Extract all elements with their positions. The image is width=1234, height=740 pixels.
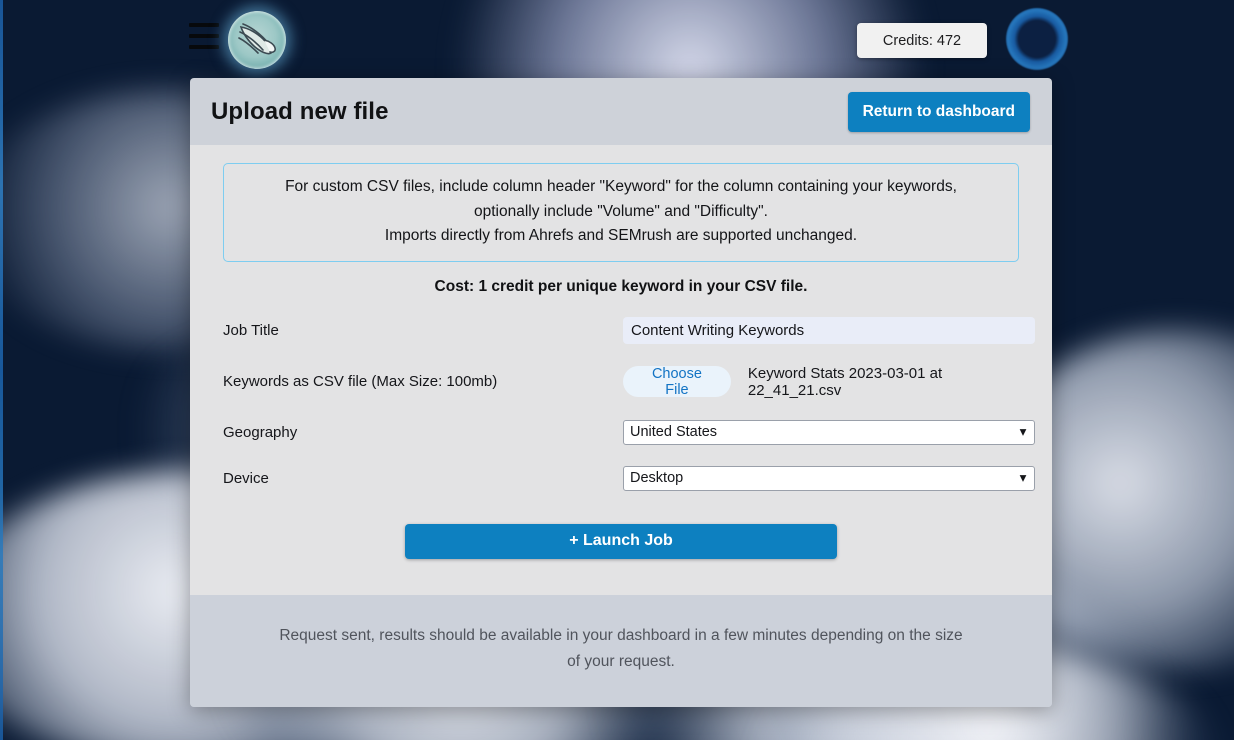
csv-file-label: Keywords as CSV file (Max Size: 100mb) [223,373,623,390]
info-line: Imports directly from Ahrefs and SEMrush… [240,224,1002,249]
info-line: optionally include "Volume" and "Difficu… [240,200,1002,225]
device-select[interactable]: Desktop [623,466,1035,491]
job-title-label: Job Title [223,322,623,339]
top-bar: Credits: 472 [0,0,1234,82]
form-row-device: Device Desktop ▾ [223,466,1019,491]
return-to-dashboard-button[interactable]: Return to dashboard [848,92,1030,132]
csv-format-info-box: For custom CSV files, include column hea… [223,163,1019,262]
form-row-geography: Geography United States ▾ [223,420,1019,445]
ring-decoration-icon [1006,8,1068,70]
launch-job-button[interactable]: + Launch Job [405,524,837,559]
device-label: Device [223,470,623,487]
geography-select[interactable]: United States [623,420,1035,445]
form-row-job-title: Job Title [223,317,1019,344]
credits-label: Credits: 472 [883,33,961,49]
wing-logo-icon[interactable] [228,11,286,69]
form-row-csv-file: Keywords as CSV file (Max Size: 100mb) C… [223,365,1019,399]
launch-job-row: + Launch Job [223,524,1019,595]
left-edge-accent-strip [0,0,3,740]
job-title-input[interactable] [623,317,1035,344]
hamburger-bar [189,45,219,49]
geography-label: Geography [223,424,623,441]
hamburger-bar [189,34,219,38]
upload-file-card: Upload new file Return to dashboard For … [190,78,1052,707]
selected-file-name: Keyword Stats 2023-03-01 at 22_41_21.csv [748,365,1019,399]
card-header: Upload new file Return to dashboard [190,78,1052,145]
credits-badge[interactable]: Credits: 472 [857,23,987,58]
page-title: Upload new file [211,98,389,126]
hamburger-bar [189,23,219,27]
status-message: Request sent, results should be availabl… [190,595,1052,707]
cost-notice: Cost: 1 credit per unique keyword in you… [223,278,1019,296]
hamburger-menu-icon[interactable] [189,23,219,49]
card-body: For custom CSV files, include column hea… [190,145,1052,595]
info-line: For custom CSV files, include column hea… [240,175,1002,200]
choose-file-button[interactable]: Choose File [623,366,731,397]
